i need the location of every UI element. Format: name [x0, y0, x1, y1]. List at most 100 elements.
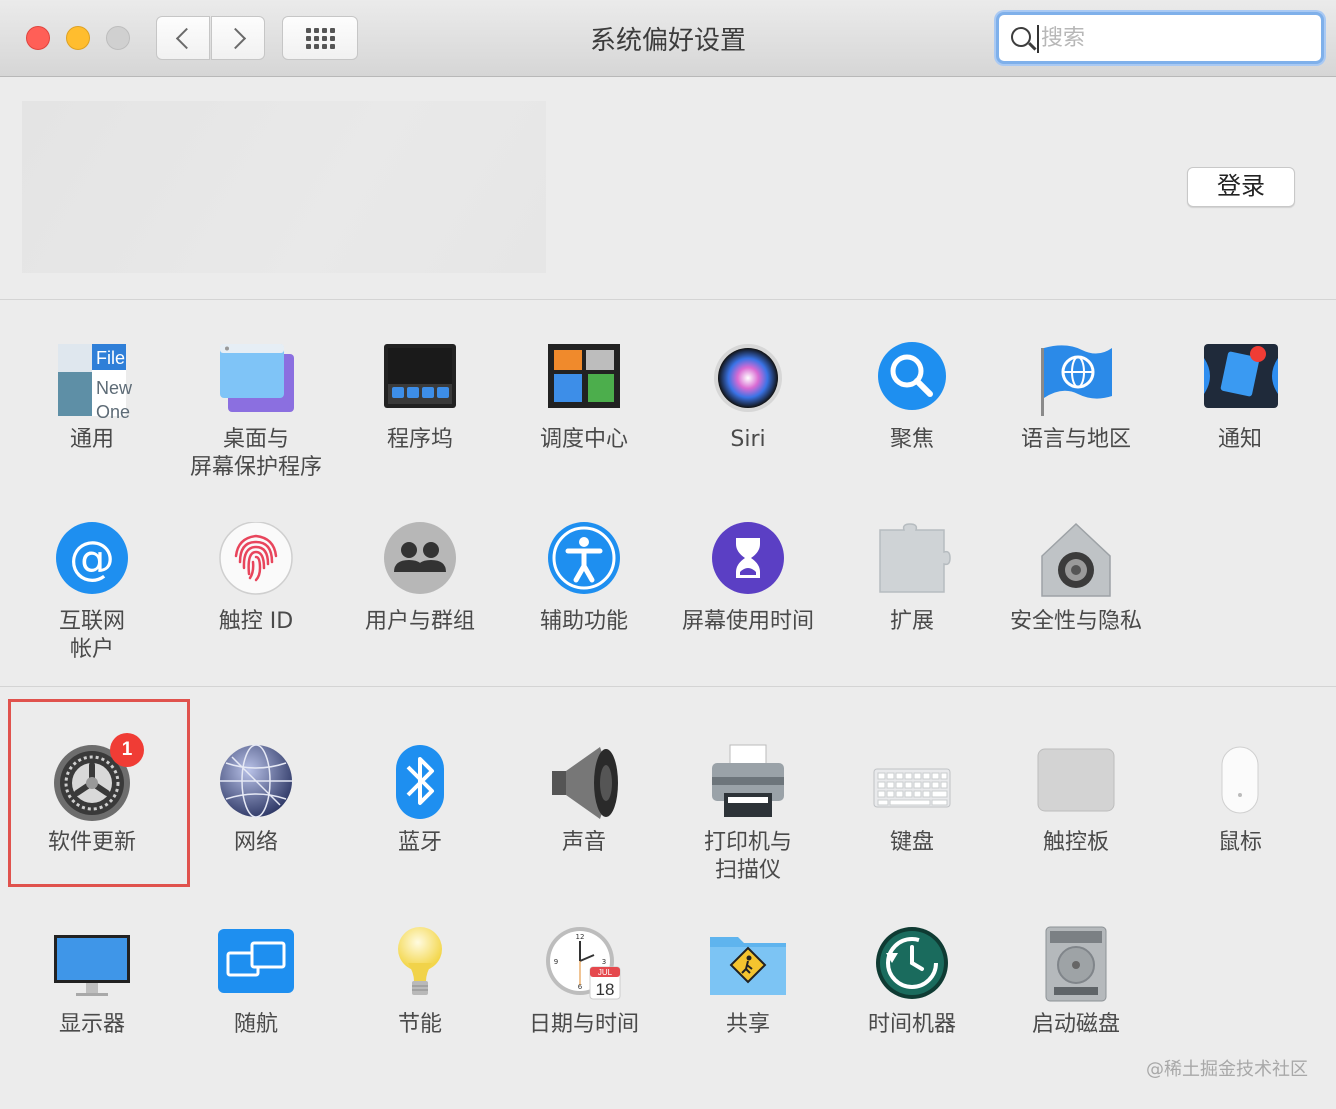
pane-security-privacy[interactable]: 安全性与隐私	[994, 522, 1158, 636]
pane-label: 通知	[1217, 427, 1262, 452]
chevron-right-icon	[224, 27, 246, 49]
chevron-left-icon	[175, 27, 197, 49]
search-field[interactable]	[996, 12, 1324, 64]
pane-label: 互联网 帐户	[58, 609, 125, 662]
text-cursor	[1037, 25, 1039, 53]
siri-icon	[708, 340, 788, 420]
keyboard-icon	[872, 743, 952, 823]
pane-label: Siri	[730, 427, 766, 452]
pane-general[interactable]: File New One 通用	[10, 340, 174, 454]
pane-label: 随航	[233, 1012, 278, 1037]
svg-text:9: 9	[554, 958, 558, 966]
startup-disk-icon	[1036, 925, 1116, 1005]
pane-desktop-screensaver[interactable]: 桌面与 屏幕保护程序	[174, 340, 338, 482]
pane-label: 声音	[561, 830, 606, 855]
pane-accessibility[interactable]: 辅助功能	[502, 522, 666, 636]
update-count-badge: 1	[110, 733, 144, 767]
pane-energy-saver[interactable]: 节能	[338, 925, 502, 1039]
blurred-account-info	[22, 101, 546, 273]
touch-id-icon	[216, 521, 296, 602]
preferences-section-1: File New One 通用 桌面与 屏幕保护程序 程序坞 调度中心 Siri…	[0, 300, 1336, 684]
pane-notifications[interactable]: 通知	[1158, 340, 1322, 454]
displays-icon	[52, 925, 132, 1005]
pane-startup-disk[interactable]: 启动磁盘	[994, 925, 1158, 1039]
pane-bluetooth[interactable]: 蓝牙	[338, 743, 502, 857]
pane-date-time[interactable]: 12 3 6 9 JUL 18 日期与时间	[502, 925, 666, 1039]
pane-label: 启动磁盘	[1031, 1012, 1120, 1037]
calendar-day-text: 18	[596, 980, 615, 999]
pane-sidecar[interactable]: 随航	[174, 925, 338, 1039]
pane-screen-time[interactable]: 屏幕使用时间	[666, 522, 830, 636]
general-icon-new-text: New	[96, 378, 132, 398]
pane-network[interactable]: 网络	[174, 743, 338, 857]
accessibility-icon	[544, 522, 624, 602]
pane-mission-control[interactable]: 调度中心	[502, 340, 666, 454]
pane-language-region[interactable]: 语言与地区	[994, 340, 1158, 454]
window-title: 系统偏好设置	[589, 26, 746, 56]
users-groups-icon	[380, 522, 460, 602]
search-input[interactable]	[1041, 21, 1311, 55]
software-update-icon: 1	[52, 733, 144, 823]
pane-spotlight[interactable]: 聚焦	[830, 340, 994, 454]
pane-touch-id[interactable]: 触控 ID	[174, 521, 338, 636]
pane-label: 通用	[69, 427, 114, 452]
show-all-button[interactable]	[282, 16, 358, 60]
pane-sharing[interactable]: 共享	[666, 925, 830, 1039]
pane-mouse[interactable]: 鼠标	[1158, 743, 1322, 857]
pane-software-update[interactable]: 1 软件更新	[10, 733, 174, 857]
title-bar: 系统偏好设置	[0, 0, 1336, 77]
pane-keyboard[interactable]: 键盘	[830, 743, 994, 857]
minimize-window-button[interactable]	[66, 26, 90, 50]
sidecar-icon	[216, 925, 296, 1005]
zoom-window-button[interactable]	[106, 26, 130, 50]
sound-icon	[544, 743, 624, 823]
energy-saver-icon	[380, 925, 460, 1005]
pane-printers-scanners[interactable]: 打印机与 扫描仪	[666, 743, 830, 885]
network-icon	[216, 743, 296, 823]
sharing-icon	[708, 925, 788, 1005]
pane-time-machine[interactable]: 时间机器	[830, 925, 994, 1039]
general-icon: File New One	[52, 340, 133, 422]
pane-label: 时间机器	[867, 1012, 956, 1037]
pane-label: 共享	[725, 1012, 770, 1037]
pane-sound[interactable]: 声音	[502, 743, 666, 857]
pane-label: 桌面与 屏幕保护程序	[189, 427, 322, 480]
back-button[interactable]	[156, 16, 210, 60]
spotlight-icon	[872, 340, 952, 420]
pane-label: 程序坞	[386, 427, 453, 452]
pane-users-groups[interactable]: 用户与群组	[338, 522, 502, 636]
time-machine-icon	[872, 925, 952, 1005]
watermark: @稀土掘金技术社区	[1146, 1059, 1308, 1080]
calendar-month-text: JUL	[598, 968, 613, 977]
pane-extensions[interactable]: 扩展	[830, 522, 994, 636]
notifications-icon	[1200, 340, 1280, 420]
pane-label: 语言与地区	[1020, 427, 1131, 452]
pane-dock[interactable]: 程序坞	[338, 340, 502, 454]
pane-label: 蓝牙	[397, 830, 442, 855]
account-area: 登录	[0, 77, 1336, 300]
login-button[interactable]: 登录	[1187, 167, 1295, 207]
pane-siri[interactable]: Siri	[666, 340, 830, 454]
trackpad-icon	[1036, 743, 1116, 823]
pane-label: 鼠标	[1217, 830, 1262, 855]
svg-text:12: 12	[576, 933, 585, 941]
close-window-button[interactable]	[26, 26, 50, 50]
pane-label: 触控板	[1042, 830, 1109, 855]
language-region-icon	[1036, 340, 1116, 420]
general-icon-file-text: File	[96, 348, 125, 368]
preferences-section-2: 1 软件更新 网络 蓝牙 声音 打印机与 扫描仪 键盘 触控板 鼠标 显示器 随…	[0, 686, 1336, 1109]
mouse-icon	[1200, 743, 1280, 823]
pane-label: 辅助功能	[539, 609, 628, 634]
pane-displays[interactable]: 显示器	[10, 925, 174, 1039]
pane-trackpad[interactable]: 触控板	[994, 743, 1158, 857]
pane-label: 触控 ID	[218, 609, 294, 634]
bluetooth-icon	[380, 743, 460, 823]
forward-button[interactable]	[211, 16, 265, 60]
pane-label: 聚焦	[889, 427, 934, 452]
pane-internet-accounts[interactable]: @ 互联网 帐户	[10, 522, 174, 664]
internet-accounts-icon: @	[52, 522, 132, 602]
mission-control-icon	[544, 340, 624, 420]
pane-label: 键盘	[889, 830, 934, 855]
pane-label: 软件更新	[47, 830, 136, 855]
security-privacy-icon	[1036, 522, 1116, 602]
